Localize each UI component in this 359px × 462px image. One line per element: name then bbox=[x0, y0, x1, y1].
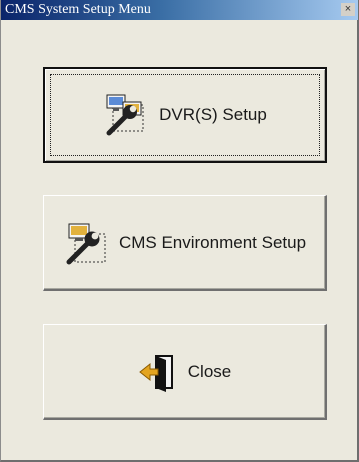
close-button[interactable]: Close bbox=[43, 324, 327, 420]
setup-menu-window: CMS System Setup Menu × DVR(S) Setup CMS… bbox=[0, 0, 359, 462]
dvr-setup-label: DVR(S) Setup bbox=[159, 105, 267, 124]
exit-door-icon bbox=[138, 352, 178, 392]
title-bar[interactable]: CMS System Setup Menu × bbox=[1, 0, 358, 20]
window-title: CMS System Setup Menu bbox=[5, 2, 151, 17]
dvr-setup-button[interactable]: DVR(S) Setup bbox=[43, 67, 327, 163]
monitor-wrench-icon bbox=[63, 220, 109, 266]
window-close-icon[interactable]: × bbox=[341, 3, 355, 16]
monitor-wrench-icon bbox=[103, 93, 149, 137]
close-label: Close bbox=[187, 361, 232, 381]
cms-environment-setup-button[interactable]: CMS Environment Setup bbox=[43, 195, 327, 291]
cms-environment-setup-label: CMS Environment Setup bbox=[118, 232, 307, 252]
